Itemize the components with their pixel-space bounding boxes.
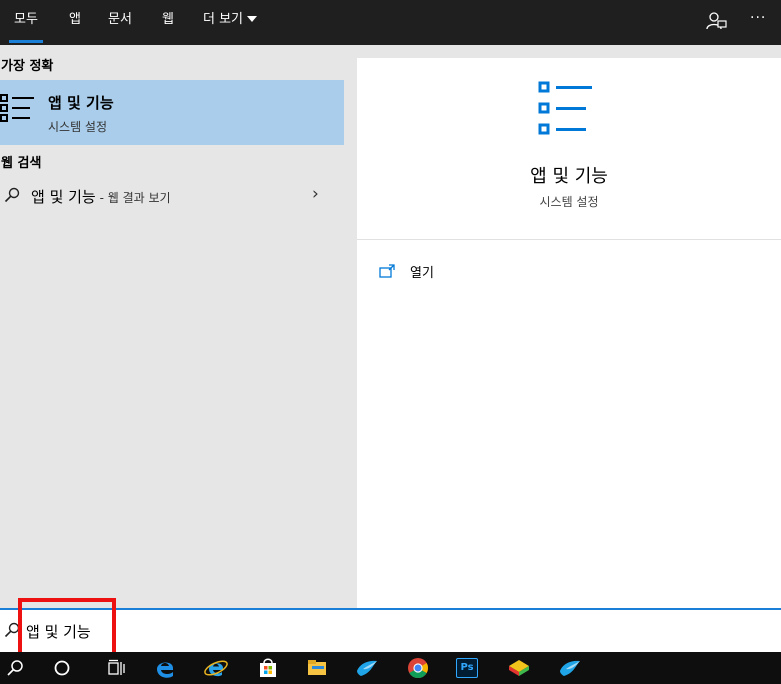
task-view-icon[interactable] <box>101 655 131 681</box>
file-explorer-icon[interactable] <box>302 655 332 681</box>
best-match-subtitle: 시스템 설정 <box>48 120 108 134</box>
caret-down-icon <box>247 16 258 22</box>
cortana-icon[interactable] <box>47 655 77 681</box>
best-match-item[interactable]: 앱 및 기능 시스템 설정 <box>0 80 344 145</box>
search-input[interactable] <box>26 617 766 645</box>
taskbar: Ps <box>0 652 781 684</box>
tab-documents[interactable]: 문서 <box>108 0 132 45</box>
results-pane: 가장 정확 앱 및 기능 시스템 설정 웹 검색 앱 및 기능 - 웹 결과 보… <box>0 45 344 608</box>
tab-more[interactable]: 더 보기 <box>203 0 258 45</box>
web-search-suffix: - 웹 결과 보기 <box>95 191 171 205</box>
preview-title: 앱 및 기능 <box>530 166 608 187</box>
edge-icon[interactable] <box>150 655 180 681</box>
best-match-title: 앱 및 기능 <box>48 94 114 112</box>
chevron-right-icon[interactable]: › <box>312 184 319 204</box>
search-filter-bar: 모두 앱 문서 웹 더 보기 ··· <box>0 0 781 45</box>
apps-list-icon <box>538 80 594 138</box>
apps-list-icon <box>0 90 36 126</box>
search-icon <box>4 187 20 203</box>
feedback-person-icon[interactable] <box>705 10 727 32</box>
web-search-heading: 웹 검색 <box>1 156 42 171</box>
photoshop-icon[interactable]: Ps <box>452 655 482 681</box>
app-bird-2-icon[interactable] <box>555 655 585 681</box>
divider <box>357 239 781 240</box>
tab-more-label: 더 보기 <box>203 12 244 27</box>
search-icon[interactable] <box>0 655 30 681</box>
web-search-item[interactable]: 앱 및 기능 - 웹 결과 보기 › <box>0 182 344 212</box>
search-box[interactable] <box>0 608 781 652</box>
tab-apps[interactable]: 앱 <box>69 0 81 45</box>
more-options-button[interactable]: ··· <box>750 8 776 32</box>
tab-all[interactable]: 모두 <box>9 0 43 45</box>
chrome-icon[interactable] <box>403 655 433 681</box>
web-search-query: 앱 및 기능 <box>31 188 96 206</box>
app-bird-icon[interactable] <box>352 655 382 681</box>
preview-subtitle: 시스템 설정 <box>539 195 599 209</box>
search-icon <box>4 622 20 638</box>
tab-web[interactable]: 웹 <box>162 0 174 45</box>
internet-explorer-icon[interactable] <box>201 655 231 681</box>
preview-pane: 앱 및 기능 시스템 설정 열기 <box>357 58 781 608</box>
best-match-heading: 가장 정확 <box>1 59 54 74</box>
photoshop-label: Ps <box>456 658 478 678</box>
store-icon[interactable] <box>253 655 283 681</box>
open-window-icon <box>379 263 395 278</box>
open-button[interactable]: 열기 <box>379 260 499 281</box>
open-label: 열기 <box>410 266 434 281</box>
bluestacks-icon[interactable] <box>504 655 534 681</box>
web-search-text: 앱 및 기능 - 웹 결과 보기 <box>31 186 171 207</box>
